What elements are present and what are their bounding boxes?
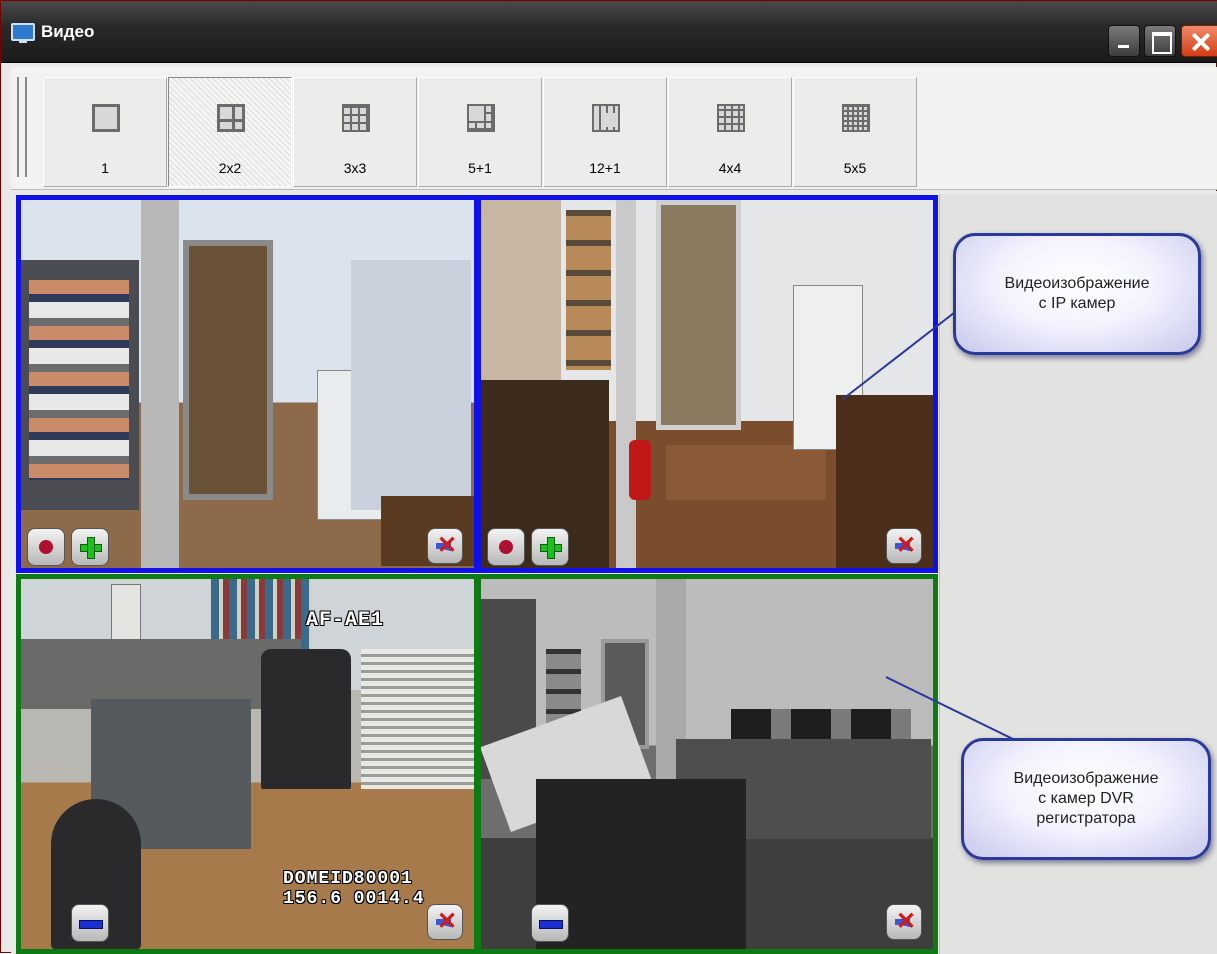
callout-dvr-cameras: Видеоизображение с камер DVR регистратор…	[961, 738, 1211, 860]
osd-coordinates: 156.6 0014.4	[283, 889, 425, 909]
add-button[interactable]	[531, 528, 569, 566]
layout-3x3-button[interactable]: 3x3	[293, 77, 417, 187]
grid-3x3-icon	[342, 104, 370, 132]
osd-dome-id: DOMEID80001	[283, 869, 413, 889]
camera-feed	[21, 200, 474, 568]
camera-feed	[481, 579, 933, 949]
grid-5x5-icon	[842, 104, 870, 132]
camera-cell-ip-1[interactable]	[16, 195, 479, 573]
layout-label: 1	[101, 160, 109, 176]
mute-button[interactable]	[427, 904, 463, 940]
callout-line: регистратора	[1036, 810, 1136, 827]
layout-label: 2x2	[218, 160, 242, 176]
toolbar-grip[interactable]	[17, 77, 27, 177]
callout-line: Видеоизображение	[1004, 275, 1150, 292]
record-button[interactable]	[27, 528, 65, 566]
close-button[interactable]	[1181, 25, 1217, 57]
doorway	[656, 200, 741, 430]
steps	[666, 445, 826, 500]
record-button[interactable]	[487, 528, 525, 566]
osd-camera-id: AF-AE1	[306, 609, 385, 632]
shelf	[566, 210, 611, 370]
shelf-items	[29, 280, 129, 480]
grid-5plus1-icon	[467, 104, 495, 132]
layout-5plus1-button[interactable]: 5+1	[418, 77, 542, 187]
grid-12plus1-icon	[592, 104, 620, 132]
remove-button[interactable]	[71, 904, 109, 942]
layout-5x5-button[interactable]: 5x5	[793, 77, 917, 187]
camera-cell-ip-2[interactable]	[476, 195, 938, 573]
layout-label: 5x5	[843, 160, 867, 176]
callout-line: с IP камер	[1038, 295, 1116, 312]
layout-1-button[interactable]: 1	[43, 77, 167, 187]
layout-4x4-button[interactable]: 4x4	[668, 77, 792, 187]
layout-label: 5+1	[468, 160, 492, 176]
layout-label: 4x4	[718, 160, 742, 176]
grid-4x4-icon	[717, 104, 745, 132]
radiator	[361, 649, 474, 789]
window-title: Видео	[41, 22, 95, 41]
monitor-icon	[11, 23, 35, 43]
mute-button[interactable]	[886, 904, 922, 940]
camera-cell-dvr-1[interactable]: AF-AE1 DOMEID80001 156.6 0014.4	[16, 574, 479, 954]
layout-label: 12+1	[589, 160, 621, 176]
mute-button[interactable]	[886, 528, 922, 564]
doorway	[183, 240, 273, 500]
title-bar[interactable]: Видео	[1, 1, 1217, 63]
layout-toolbar: 1 2x2 3x3 5+1 12+1 4x4 5x5	[11, 67, 1217, 190]
single-grid-icon	[92, 104, 120, 132]
callout-ip-cameras: Видеоизображение с IP камер	[953, 233, 1201, 355]
fire-extinguisher	[629, 440, 651, 500]
office-chair	[261, 649, 351, 789]
layout-label: 3x3	[343, 160, 367, 176]
grid-2x2-icon	[217, 104, 245, 132]
maximize-button[interactable]	[1144, 25, 1176, 57]
wall	[351, 260, 471, 510]
remove-button[interactable]	[531, 904, 569, 942]
minimize-button[interactable]	[1108, 25, 1140, 57]
layout-2x2-button[interactable]: 2x2	[168, 77, 292, 187]
mute-button[interactable]	[427, 528, 463, 564]
camera-feed	[481, 200, 933, 568]
callout-line: Видеоизображение	[1013, 770, 1159, 787]
video-window: Видео 1 2x2 3x3 5+1 12+1 4x4 5x5 ✕ ✕ AF-…	[0, 0, 1217, 954]
layout-12plus1-button[interactable]: 12+1	[543, 77, 667, 187]
add-button[interactable]	[71, 528, 109, 566]
camera-cell-dvr-2[interactable]	[476, 574, 938, 954]
callout-line: с камер DVR	[1038, 790, 1134, 807]
